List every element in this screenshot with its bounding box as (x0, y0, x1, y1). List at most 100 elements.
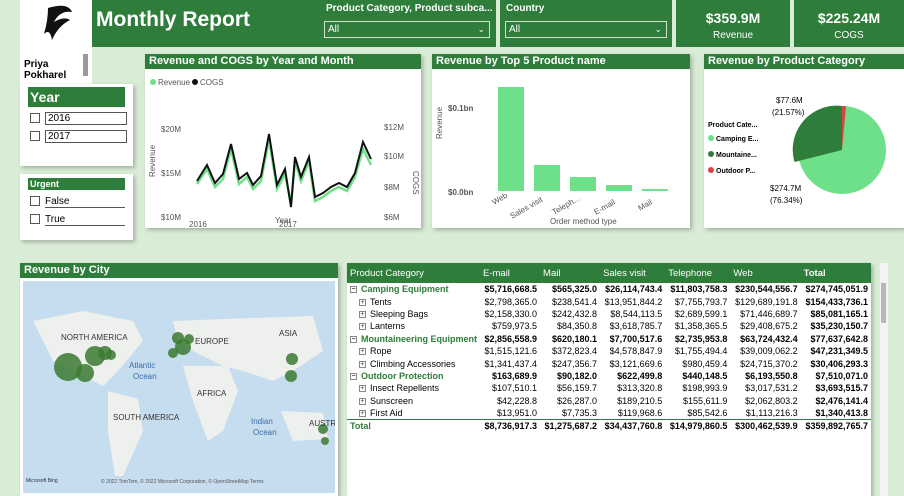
product-filter-dropdown[interactable]: All ⌄ (324, 21, 490, 38)
col-header[interactable]: Total (800, 263, 871, 283)
row-label: + Sunscreen (347, 395, 480, 407)
collapse-icon[interactable]: − (350, 286, 357, 294)
row-label-text: Climbing Accessories (370, 358, 456, 369)
expand-icon[interactable]: + (359, 298, 366, 306)
col-header[interactable]: Product Category (347, 263, 480, 283)
row-label-text: Outdoor Protection (361, 370, 444, 381)
bar-sales-visit[interactable] (534, 165, 560, 191)
line-chart-plot: Revenue COGS $20M $15M $10M $12M $10M $8… (148, 78, 420, 229)
cell-value: $300,462,539.9 (730, 418, 801, 432)
matrix-category-row[interactable]: − Outdoor Protection $163,689.9 $90,182.0 $6… (347, 370, 871, 382)
row-label-text: Total (350, 420, 371, 431)
urgent-option-true[interactable]: True (30, 214, 133, 226)
bar-mail[interactable] (642, 189, 668, 191)
urgent-option-label: False (45, 196, 125, 208)
cell-value: $759,973.5 (491, 321, 538, 332)
pie-legend-item[interactable]: Camping E... (708, 135, 758, 143)
matrix-scrollbar[interactable] (880, 263, 888, 496)
matrix-card[interactable]: Product Category E-mail Mail Sales visit… (347, 263, 871, 496)
cell-value: $71,446,689.7 (740, 308, 798, 319)
expand-icon[interactable]: + (359, 360, 366, 368)
left-tick: $20M (161, 125, 181, 134)
matrix-scroll-thumb[interactable] (881, 283, 886, 323)
cell-value: $163,689.9 (491, 370, 538, 381)
country-filter-dropdown[interactable]: All ⌄ (505, 21, 667, 38)
row-label: − Camping Equipment (347, 283, 480, 295)
line-chart-card[interactable]: Revenue and COGS by Year and Month Reven… (145, 54, 421, 229)
col-header[interactable]: Web (730, 263, 801, 283)
row-label: − Outdoor Protection (347, 370, 480, 382)
map-card[interactable]: Revenue by City NORTH AMERICA EUROPE ASI… (20, 263, 338, 496)
cell-value: $2,735,953.8 (674, 333, 728, 344)
collapse-icon[interactable]: − (350, 373, 357, 381)
matrix-row[interactable]: + Sleeping Bags $2,158,330.0 $242,432.8 $8,5… (347, 308, 871, 320)
pie-legend-item[interactable]: Mountaine... (708, 151, 757, 159)
map-area[interactable]: NORTH AMERICA EUROPE ASIA Atlantic Ocean… (23, 281, 335, 493)
cell-value: $622,499.8 (617, 370, 663, 381)
kpi-cogs-label: COGS (834, 30, 864, 41)
matrix-row[interactable]: + Lanterns $759,973.5 $84,350.8 $3,618,785.7… (347, 320, 871, 332)
matrix-category-row[interactable]: − Camping Equipment $5,716,668.5 $565,325.0… (347, 283, 871, 295)
cell-value: $1,340,413.8 (815, 407, 868, 418)
expand-icon[interactable]: + (359, 323, 366, 331)
expand-icon[interactable]: + (359, 348, 366, 356)
col-header[interactable]: Mail (540, 263, 601, 283)
checkbox[interactable] (30, 131, 40, 142)
bar-email[interactable] (606, 185, 632, 191)
cell-value: $90,182.0 (557, 370, 598, 381)
bar-chart-card[interactable]: Revenue by Top 5 Product name Revenue $0… (432, 54, 690, 228)
urgent-option-false[interactable]: False (30, 196, 133, 208)
matrix-row[interactable]: + Rope $1,515,121.6 $372,823.4 $4,578,847.9 $… (347, 345, 871, 357)
expand-icon[interactable]: + (359, 409, 366, 417)
bar-y-label: Revenue (435, 106, 444, 139)
map-label: Indian (251, 417, 273, 426)
matrix-row[interactable]: + Sunscreen $42,228.8 $26,287.0 $189,210.5 $1… (347, 395, 871, 407)
collapse-icon[interactable]: − (350, 335, 357, 343)
matrix-row[interactable]: + Tents $2,798,365.0 $238,541.4 $13,951,844.… (347, 295, 871, 307)
row-label: + First Aid (347, 407, 480, 419)
matrix-row[interactable]: + Insect Repellents $107,510.1 $56,159.7 $31… (347, 382, 871, 394)
cell-value: $230,544,556.7 (735, 284, 798, 295)
expand-icon[interactable]: + (359, 397, 366, 405)
cell-value: $247,356.7 (552, 358, 598, 369)
world-map (33, 311, 329, 476)
map-label: AUSTR (309, 419, 335, 428)
col-header[interactable]: Telephone (665, 263, 731, 283)
bar-web[interactable] (498, 87, 524, 191)
row-label: + Climbing Accessories (347, 357, 480, 369)
map-label: Ocean (253, 428, 277, 437)
scrollbar[interactable] (83, 54, 88, 76)
logo-panel: Priya Pokharel (20, 0, 92, 86)
checkbox[interactable] (30, 113, 40, 124)
cell-value: $26,114,743.4 (605, 284, 663, 295)
kpi-revenue-label: Revenue (712, 30, 754, 41)
expand-icon[interactable]: + (359, 385, 366, 393)
page-title: Monthly Report (96, 8, 250, 31)
pie-chart-card[interactable]: Revenue by Product Category Product Cate… (704, 54, 904, 228)
col-header[interactable]: E-mail (480, 263, 541, 283)
cell-value: $565,325.0 (552, 284, 598, 295)
matrix-row[interactable]: + First Aid $13,951.0 $7,735.3 $119,968.6 $85… (347, 407, 871, 419)
cell-value: $8,736,917.3 (480, 418, 541, 432)
cell-value: $980,459.4 (682, 358, 728, 369)
pie-legend-item[interactable]: Outdoor P... (708, 167, 755, 175)
matrix-row[interactable]: + Climbing Accessories $1,341,437.4 $247,35… (347, 357, 871, 369)
checkbox[interactable] (30, 196, 40, 207)
bar-telephone[interactable] (570, 177, 596, 191)
year-option-2017[interactable]: 2017 (30, 130, 133, 143)
right-tick: $10M (384, 152, 404, 161)
row-label-text: Mountaineering Equipment (361, 333, 477, 344)
left-tick: $15M (161, 169, 181, 178)
legend-revenue-marker (150, 79, 156, 85)
bar-x-tick: Mail (637, 197, 654, 212)
cell-value: $3,121,669.6 (609, 358, 663, 369)
year-option-2016[interactable]: 2016 (30, 112, 133, 125)
col-header[interactable]: Sales visit (600, 263, 666, 283)
matrix-total-row[interactable]: Total $8,736,917.3 $1,275,687.2 $34,437,760… (347, 418, 871, 432)
matrix-category-row[interactable]: − Mountaineering Equipment $2,856,558.9 $62… (347, 333, 871, 345)
kpi-revenue-value: $359.9M (705, 10, 761, 26)
cell-value: $3,618,785.7 (609, 321, 663, 332)
cogs-line (196, 133, 372, 208)
checkbox[interactable] (30, 214, 40, 225)
expand-icon[interactable]: + (359, 311, 366, 319)
